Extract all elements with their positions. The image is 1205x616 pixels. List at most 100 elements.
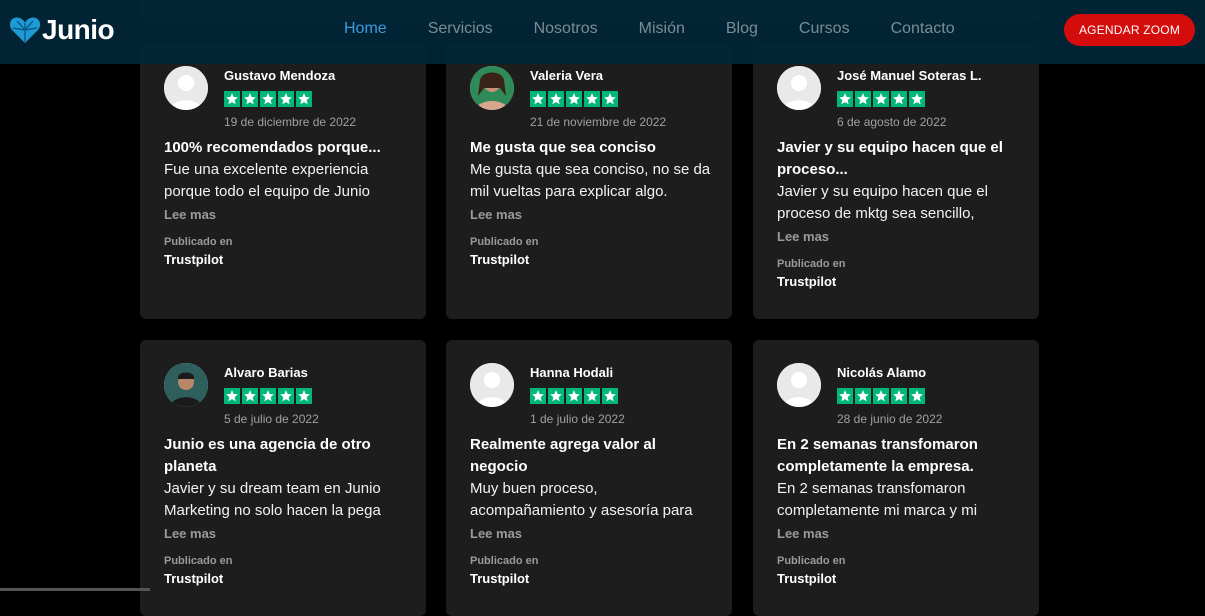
star-icon (242, 91, 258, 107)
reviewer-name: José Manuel Soteras L. (837, 68, 982, 83)
read-more-link[interactable]: Lee mas (470, 526, 715, 542)
review-body: Fue una excelente experiencia porque tod… (164, 161, 371, 200)
review-body: Me gusta que sea conciso, no se da mil v… (470, 161, 711, 200)
photo-avatar-icon (164, 363, 208, 407)
reviewer-name: Nicolás Alamo (837, 365, 927, 380)
star-icon (837, 388, 853, 404)
star-icon (873, 91, 889, 107)
photo-avatar-icon (470, 66, 514, 110)
star-icon (260, 388, 276, 404)
reviewer-avatar (164, 363, 208, 407)
review-date: 6 de agosto de 2022 (837, 115, 947, 129)
review-date: 1 de julio de 2022 (530, 412, 625, 426)
star-icon (224, 91, 240, 107)
star-icon (891, 91, 907, 107)
reviewer-avatar (777, 66, 821, 110)
reviewer-avatar (470, 363, 514, 407)
main-nav: Home Servicios Nosotros Misión Blog Curs… (344, 19, 996, 39)
read-more-link[interactable]: Lee mas (777, 229, 1022, 245)
reviewer-avatar (470, 66, 514, 110)
review-source: Trustpilot (164, 571, 224, 586)
review-body: Muy buen proceso, acompañamiento y aseso… (470, 480, 693, 519)
review-card: Hanna Hodali 1 de julio de 2022 Realmente … (446, 340, 732, 616)
reviewer-name: Gustavo Mendoza (224, 68, 336, 83)
default-avatar-icon (777, 66, 821, 110)
nav-contacto[interactable]: Contacto (891, 19, 955, 39)
read-more-link[interactable]: Lee mas (777, 526, 1022, 542)
published-label: Publicado en (164, 555, 233, 567)
site-header: Junio Home Servicios Nosotros Misión Blo… (0, 0, 1205, 64)
nav-mision[interactable]: Misión (639, 19, 685, 39)
reviewer-name: Hanna Hodali (530, 365, 614, 380)
star-icon (909, 388, 925, 404)
published-label: Publicado en (164, 236, 233, 248)
review-title: Me gusta que sea conciso (470, 139, 656, 156)
review-text-block: 100% recomendados porque... Fue una excel… (164, 137, 409, 268)
nav-nosotros[interactable]: Nosotros (534, 19, 598, 39)
default-avatar-icon (164, 66, 208, 110)
read-more-link[interactable]: Lee mas (164, 526, 409, 542)
review-title: Javier y su equipo hacen que el proceso.… (777, 139, 1003, 178)
published-label: Publicado en (470, 236, 539, 248)
review-date: 21 de noviembre de 2022 (530, 115, 667, 129)
logo-wordmark: Junio (42, 14, 115, 45)
read-more-link[interactable]: Lee mas (164, 207, 409, 223)
review-text-block: Javier y su equipo hacen que el proceso.… (777, 137, 1022, 290)
review-text-block: Realmente agrega valor al negocio Muy bue… (470, 434, 715, 587)
review-source: Trustpilot (470, 252, 530, 267)
nav-servicios[interactable]: Servicios (428, 19, 493, 39)
junio-logo[interactable]: Junio (9, 14, 115, 46)
nav-home[interactable]: Home (344, 19, 387, 39)
star-icon (242, 388, 258, 404)
star-rating (837, 91, 927, 107)
reviewer-name: Valeria Vera (530, 68, 604, 83)
review-card: Alvaro Barias 5 de julio de 2022 Junio es … (140, 340, 426, 616)
star-icon (891, 388, 907, 404)
review-text-block: En 2 semanas transfomaron completamente … (777, 434, 1022, 587)
review-title: Realmente agrega valor al negocio (470, 436, 656, 475)
star-rating (224, 388, 314, 404)
agendar-zoom-button[interactable]: AGENDAR ZOOM (1064, 14, 1195, 46)
star-icon (855, 91, 871, 107)
star-icon (548, 91, 564, 107)
review-text-block: Me gusta que sea conciso Me gusta que sea… (470, 137, 715, 268)
review-body: Javier y su equipo hacen que el proceso … (777, 183, 988, 222)
heart-logo-icon (9, 17, 41, 43)
star-icon (602, 388, 618, 404)
review-date: 19 de diciembre de 2022 (224, 115, 357, 129)
reviewer-name: Alvaro Barias (224, 365, 308, 380)
star-icon (584, 91, 600, 107)
review-card: Nicolás Alamo 28 de junio de 2022 En 2 sem… (753, 340, 1039, 616)
review-date: 28 de junio de 2022 (837, 412, 943, 426)
review-card: José Manuel Soteras L. 6 de agosto de 202… (753, 43, 1039, 319)
star-icon (602, 91, 618, 107)
nav-cursos[interactable]: Cursos (799, 19, 850, 39)
review-title: 100% recomendados porque... (164, 139, 381, 156)
review-title: En 2 semanas transfomaron completamente … (777, 436, 978, 475)
star-icon (278, 388, 294, 404)
star-icon (873, 388, 889, 404)
star-rating (530, 91, 620, 107)
star-icon (548, 388, 564, 404)
review-body: En 2 semanas transfomaron completamente … (777, 480, 978, 519)
read-more-link[interactable]: Lee mas (470, 207, 715, 223)
star-icon (278, 91, 294, 107)
star-icon (584, 388, 600, 404)
star-icon (855, 388, 871, 404)
star-icon (530, 388, 546, 404)
published-label: Publicado en (470, 555, 539, 567)
review-body: Javier y su dream team en Junio Marketin… (164, 480, 381, 519)
star-icon (296, 91, 312, 107)
star-icon (837, 91, 853, 107)
star-icon (260, 91, 276, 107)
star-rating (530, 388, 620, 404)
reviewer-avatar (164, 66, 208, 110)
star-icon (566, 91, 582, 107)
published-label: Publicado en (777, 258, 846, 270)
star-rating (224, 91, 314, 107)
review-title: Junio es una agencia de otro planeta (164, 436, 371, 475)
published-label: Publicado en (777, 555, 846, 567)
review-card: Gustavo Mendoza 19 de diciembre de 2022 10… (140, 43, 426, 319)
star-icon (296, 388, 312, 404)
nav-blog[interactable]: Blog (726, 19, 758, 39)
